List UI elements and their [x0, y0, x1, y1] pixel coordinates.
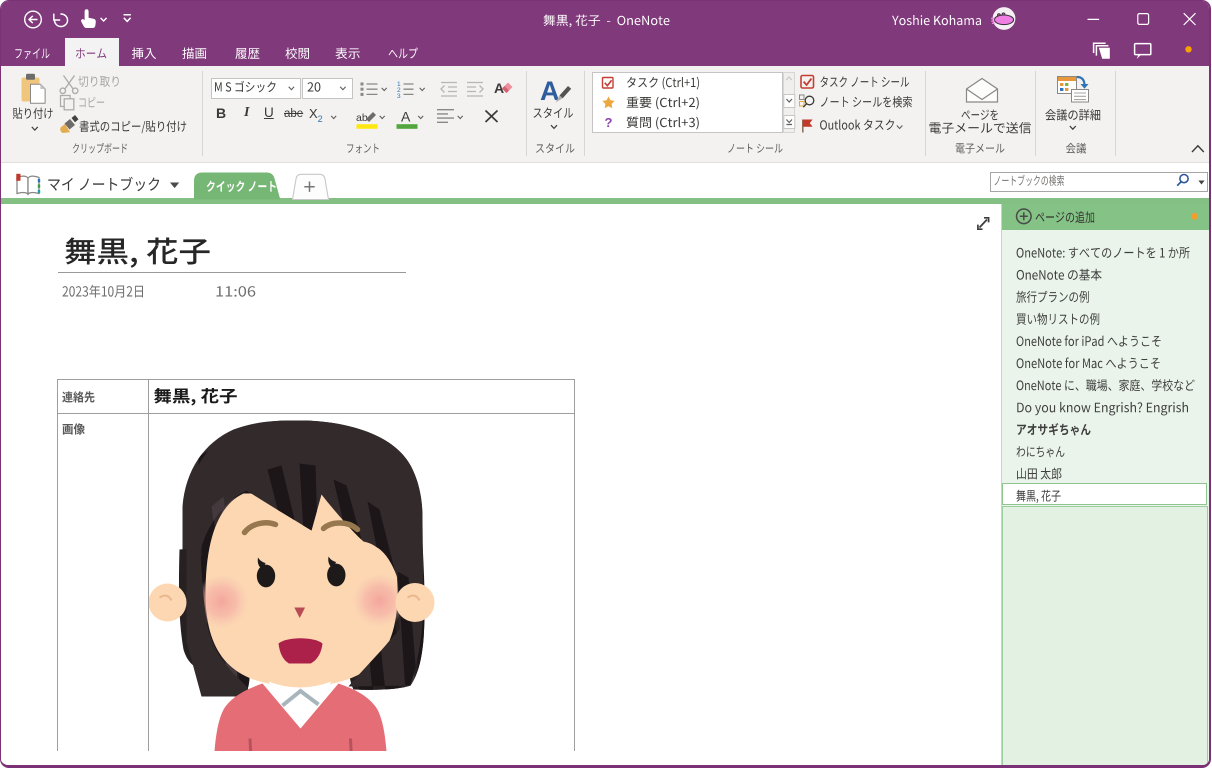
- svg-text:?: ?: [605, 115, 613, 130]
- svg-text:A: A: [401, 109, 411, 125]
- svg-text:ab: ab: [356, 112, 368, 124]
- svg-text:3: 3: [397, 93, 401, 100]
